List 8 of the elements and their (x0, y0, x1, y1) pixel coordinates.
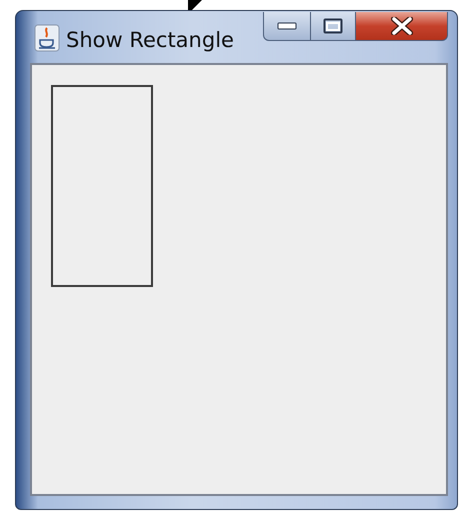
maximize-icon (323, 18, 343, 34)
window-title: Show Rectangle (66, 27, 234, 54)
close-button[interactable] (356, 12, 448, 41)
minimize-button[interactable] (263, 12, 311, 41)
minimize-icon (277, 22, 297, 30)
close-icon (390, 17, 414, 35)
maximize-button[interactable] (311, 12, 356, 41)
coffee-cup-icon (34, 24, 60, 52)
